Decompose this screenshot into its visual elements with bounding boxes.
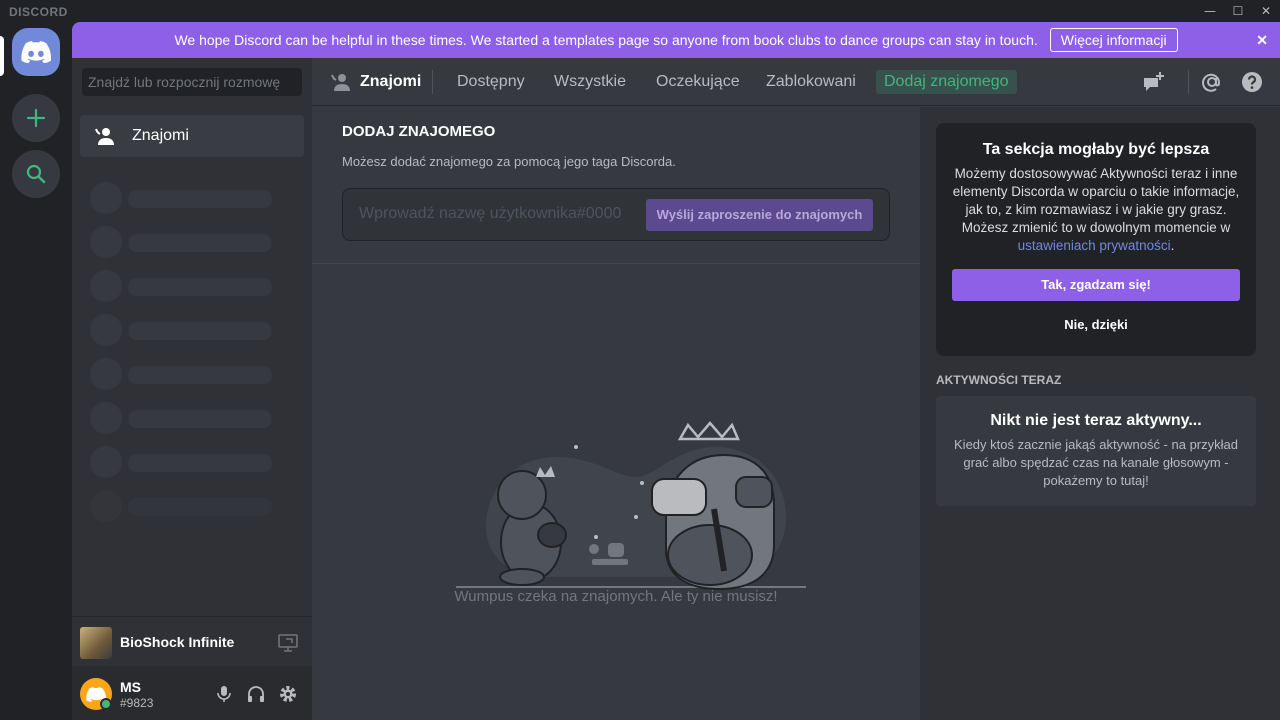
friends-icon (331, 74, 350, 91)
mention-icon[interactable] (1200, 70, 1224, 94)
new-group-dm-icon[interactable] (1142, 70, 1166, 94)
main-area: Znajomi Dostępny Wszystkie Oczekujące Za… (312, 58, 1280, 720)
activity-panel: BioShock Infinite (72, 616, 312, 666)
active-now-empty-title: Nikt nie jest teraz aktywny... (990, 412, 1202, 429)
help-icon[interactable] (1240, 70, 1264, 94)
server-list (0, 22, 72, 720)
game-icon (80, 627, 112, 659)
section-title: DODAJ ZNAJOMEGO (342, 123, 496, 140)
card-text-main: Możemy dostosowywać Aktywności teraz i i… (952, 166, 1240, 235)
tab-add-friend[interactable]: Dodaj znajomego (876, 70, 1017, 94)
wumpus-illustration (456, 421, 806, 591)
card-text: Możemy dostosowywać Aktywności teraz i i… (952, 165, 1240, 255)
add-friend-section: DODAJ ZNAJOMEGO Możesz dodać znajomego z… (312, 107, 920, 264)
dm-placeholder (90, 226, 290, 258)
sidebar-item-label: Znajomi (132, 127, 189, 144)
headphones-icon[interactable] (246, 684, 266, 704)
go-live-icon[interactable] (278, 634, 298, 652)
tab-blocked[interactable]: Zablokowani (766, 73, 856, 91)
online-status-indicator (100, 698, 112, 710)
friends-header: Znajomi Dostępny Wszystkie Oczekujące Za… (312, 58, 1280, 106)
add-server-button[interactable] (12, 94, 60, 142)
tab-all[interactable]: Wszystkie (554, 73, 626, 91)
friends-icon (95, 128, 114, 145)
decline-button[interactable]: Nie, dzięki (952, 309, 1240, 341)
dm-sidebar: Znajdź lub rozpocznij rozmowę Znajomi Bi… (72, 58, 312, 720)
game-name: BioShock Infinite (120, 634, 235, 650)
add-friend-panel: DODAJ ZNAJOMEGO Możesz dodać znajomego z… (312, 107, 920, 720)
user-tag: #9823 (120, 696, 154, 710)
tab-online[interactable]: Dostępny (457, 73, 525, 91)
dm-placeholder (90, 270, 290, 302)
dm-placeholder (90, 314, 290, 346)
more-info-button[interactable]: Więcej informacji (1049, 28, 1178, 52)
selected-indicator (0, 36, 4, 76)
title-bar: DISCORD — ☐ ✕ (0, 0, 1280, 22)
accept-button[interactable]: Tak, zgadzam się! (952, 269, 1240, 301)
sidebar-item-friends[interactable]: Znajomi (80, 115, 304, 157)
close-window-button[interactable]: ✕ (1252, 0, 1280, 22)
home-button[interactable] (12, 28, 60, 76)
dm-placeholder (90, 358, 290, 390)
username-input[interactable]: Wprowadź nazwę użytkownika#0000 (359, 205, 631, 223)
tab-pending[interactable]: Oczekujące (656, 73, 740, 91)
search-input[interactable]: Znajdź lub rozpocznij rozmowę (82, 68, 302, 96)
card-text-end: . (1170, 238, 1175, 253)
active-now-empty-text: Kiedy ktoś zacznie jakąś aktywność - na … (954, 437, 1238, 488)
empty-state-text: Wumpus czeka na znajomych. Ale ty nie mu… (454, 588, 778, 605)
explore-servers-button[interactable] (12, 150, 60, 198)
microphone-icon[interactable] (214, 684, 234, 704)
activity-sidebar: Ta sekcja mogłaby być lepsza Możemy dost… (920, 107, 1280, 720)
dm-placeholder (90, 402, 290, 434)
dm-placeholder (90, 490, 290, 522)
active-now-card: Nikt nie jest teraz aktywny... Kiedy kto… (936, 396, 1256, 506)
minimize-button[interactable]: — (1196, 0, 1224, 22)
plus-icon (26, 108, 46, 128)
divider (1188, 70, 1189, 94)
dm-placeholder (90, 446, 290, 478)
search-icon (26, 164, 46, 184)
active-now-heading: AKTYWNOŚCI TERAZ (936, 373, 1062, 387)
page-title: Znajomi (360, 73, 422, 90)
username: MS (120, 679, 141, 695)
dm-placeholder (90, 182, 290, 214)
gear-icon[interactable] (278, 684, 298, 704)
user-panel: MS #9823 (72, 666, 312, 720)
privacy-consent-card: Ta sekcja mogłaby być lepsza Możemy dost… (936, 123, 1256, 356)
card-title: Ta sekcja mogłaby być lepsza (982, 141, 1210, 158)
notice-text: We hope Discord can be helpful in these … (174, 32, 1038, 48)
close-notice-button[interactable]: ✕ (1256, 32, 1268, 49)
send-request-button[interactable]: Wyślij zaproszenie do znajomych (646, 199, 873, 231)
divider (432, 70, 433, 94)
app-brand: DISCORD (9, 5, 68, 19)
maximize-button[interactable]: ☐ (1224, 0, 1252, 22)
notice-banner: We hope Discord can be helpful in these … (72, 22, 1280, 58)
discord-logo-icon (21, 41, 51, 63)
section-description: Możesz dodać znajomego za pomocą jego ta… (342, 154, 676, 169)
privacy-settings-link[interactable]: ustawieniach prywatności (1018, 238, 1171, 253)
add-friend-form: Wprowadź nazwę użytkownika#0000 Wyślij z… (342, 188, 890, 241)
